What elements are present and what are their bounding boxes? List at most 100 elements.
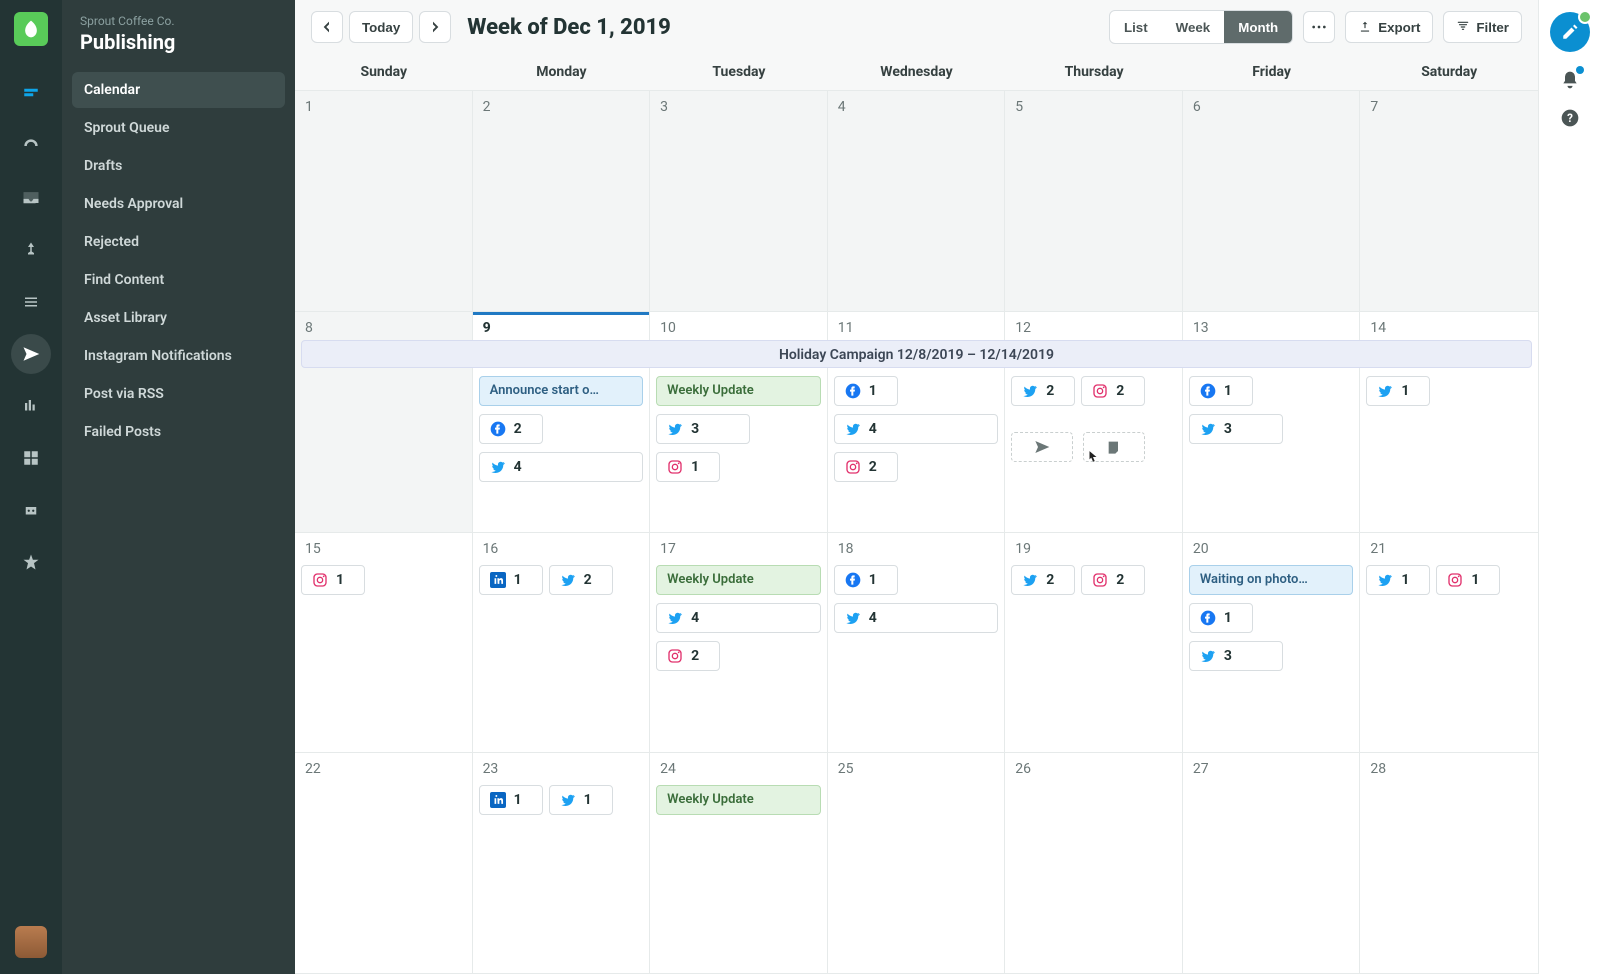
prev-week-button[interactable] [311,11,343,43]
calendar-day-2[interactable]: 2 [473,91,651,312]
calendar-note[interactable]: Weekly Update [656,376,821,406]
app-icon-rail [0,0,62,974]
nav-bot-icon[interactable] [11,490,51,530]
app-logo[interactable] [14,12,48,46]
calendar-day-27[interactable]: 27 [1183,753,1361,974]
post-chip-tw[interactable]: 3 [1189,414,1283,444]
calendar-day-1[interactable]: 1 [295,91,473,312]
nav-pin-icon[interactable] [11,230,51,270]
sidebar-item-find-content[interactable]: Find Content [72,262,285,298]
compose-button[interactable] [1550,12,1590,52]
post-chip-ig[interactable]: 1 [301,565,365,595]
help-icon[interactable]: ? [1560,108,1580,128]
sidebar-item-drafts[interactable]: Drafts [72,148,285,184]
post-chip-ig[interactable]: 2 [1081,565,1145,595]
post-chip-ig[interactable]: 2 [656,641,720,671]
calendar-day-20[interactable]: 20Waiting on photo…13 [1183,533,1361,754]
view-list-button[interactable]: List [1110,11,1162,43]
nav-publishing-icon[interactable] [11,334,51,374]
date-number: 11 [838,320,854,336]
post-chip-tw[interactable]: 1 [1366,376,1430,406]
next-week-button[interactable] [419,11,451,43]
quick-compose-note-icon[interactable] [1083,432,1145,462]
sidebar-item-instagram-notifications[interactable]: Instagram Notifications [72,338,285,374]
nav-reviews-icon[interactable] [11,542,51,582]
post-chip-ig[interactable]: 2 [1081,376,1145,406]
post-chip-tw[interactable]: 4 [479,452,644,482]
view-week-button[interactable]: Week [1162,11,1225,43]
post-chip-fb[interactable]: 1 [1189,603,1253,633]
date-number: 16 [483,541,499,557]
calendar-day-6[interactable]: 6 [1183,91,1361,312]
post-chip-tw[interactable]: 1 [1366,565,1430,595]
sidebar-item-failed-posts[interactable]: Failed Posts [72,414,285,450]
calendar-day-3[interactable]: 3 [650,91,828,312]
post-chip-tw[interactable]: 2 [549,565,613,595]
nav-messages-icon[interactable] [11,74,51,114]
sidebar-item-post-via-rss[interactable]: Post via RSS [72,376,285,412]
calendar-day-21[interactable]: 2111 [1360,533,1538,754]
calendar-day-15[interactable]: 151 [295,533,473,754]
calendar-day-25[interactable]: 25 [828,753,1006,974]
nav-dashboard-icon[interactable] [11,126,51,166]
calendar-day-7[interactable]: 7 [1360,91,1538,312]
post-chip-ig[interactable]: 1 [1436,565,1500,595]
post-chip-tw[interactable]: 4 [834,414,999,444]
sidebar-item-needs-approval[interactable]: Needs Approval [72,186,285,222]
post-chip-fb[interactable]: 1 [834,376,898,406]
more-button[interactable] [1303,11,1335,43]
calendar-day-4[interactable]: 4 [828,91,1006,312]
export-button[interactable]: Export [1345,11,1433,43]
calendar-note[interactable]: Weekly Update [656,785,821,815]
calendar-note[interactable]: Weekly Update [656,565,821,595]
calendar-day-22[interactable]: 22 [295,753,473,974]
post-chip-tw[interactable]: 2 [1011,565,1075,595]
date-number: 1 [305,99,313,115]
calendar-day-28[interactable]: 28 [1360,753,1538,974]
today-button[interactable]: Today [349,11,413,43]
post-chip-ig[interactable]: 2 [834,452,898,482]
post-chip-ig[interactable]: 1 [656,452,720,482]
calendar-note[interactable]: Waiting on photo… [1189,565,1354,595]
calendar-day-18[interactable]: 1814 [828,533,1006,754]
nav-inbox-icon[interactable] [11,178,51,218]
post-chip-fb[interactable]: 1 [1189,376,1253,406]
calendar-day-17[interactable]: 17Weekly Update42 [650,533,828,754]
post-chip-tw[interactable]: 4 [656,603,821,633]
post-chip-tw[interactable]: 3 [656,414,750,444]
calendar-day-26[interactable]: 26 [1005,753,1183,974]
weekday-header: SundayMondayTuesdayWednesdayThursdayFrid… [295,54,1538,90]
post-chip-tw[interactable]: 3 [1189,641,1283,671]
right-rail: ? [1538,0,1600,974]
post-chip-li[interactable]: 1 [479,785,543,815]
calendar-day-23[interactable]: 2311 [473,753,651,974]
view-month-button[interactable]: Month [1224,11,1292,43]
post-chip-tw[interactable]: 2 [1011,376,1075,406]
nav-listening-icon[interactable] [11,386,51,426]
post-chip-li[interactable]: 1 [479,565,543,595]
date-range-title: Week of Dec 1, 2019 [467,15,671,40]
sidebar-item-calendar[interactable]: Calendar [72,72,285,108]
post-chip-tw[interactable]: 1 [549,785,613,815]
user-avatar[interactable] [15,926,47,958]
date-number: 18 [838,541,854,557]
sidebar-item-sprout-queue[interactable]: Sprout Queue [72,110,285,146]
sidebar-item-asset-library[interactable]: Asset Library [72,300,285,336]
nav-feeds-icon[interactable] [11,282,51,322]
calendar-note[interactable]: Announce start o… [479,376,644,406]
quick-compose-send-icon[interactable] [1011,432,1073,462]
post-chip-fb[interactable]: 2 [479,414,543,444]
calendar-day-16[interactable]: 1612 [473,533,651,754]
date-number: 25 [838,761,854,777]
notifications-icon[interactable] [1560,70,1580,90]
filter-button[interactable]: Filter [1443,11,1522,43]
calendar-day-5[interactable]: 5 [1005,91,1183,312]
calendar-day-19[interactable]: 1922 [1005,533,1183,754]
sidebar-item-rejected[interactable]: Rejected [72,224,285,260]
calendar-day-24[interactable]: 24Weekly Update [650,753,828,974]
date-number: 22 [305,761,321,777]
post-chip-fb[interactable]: 1 [834,565,898,595]
campaign-banner[interactable]: Holiday Campaign 12/8/2019 – 12/14/2019 [301,340,1532,368]
nav-reports-icon[interactable] [11,438,51,478]
post-chip-tw[interactable]: 4 [834,603,999,633]
